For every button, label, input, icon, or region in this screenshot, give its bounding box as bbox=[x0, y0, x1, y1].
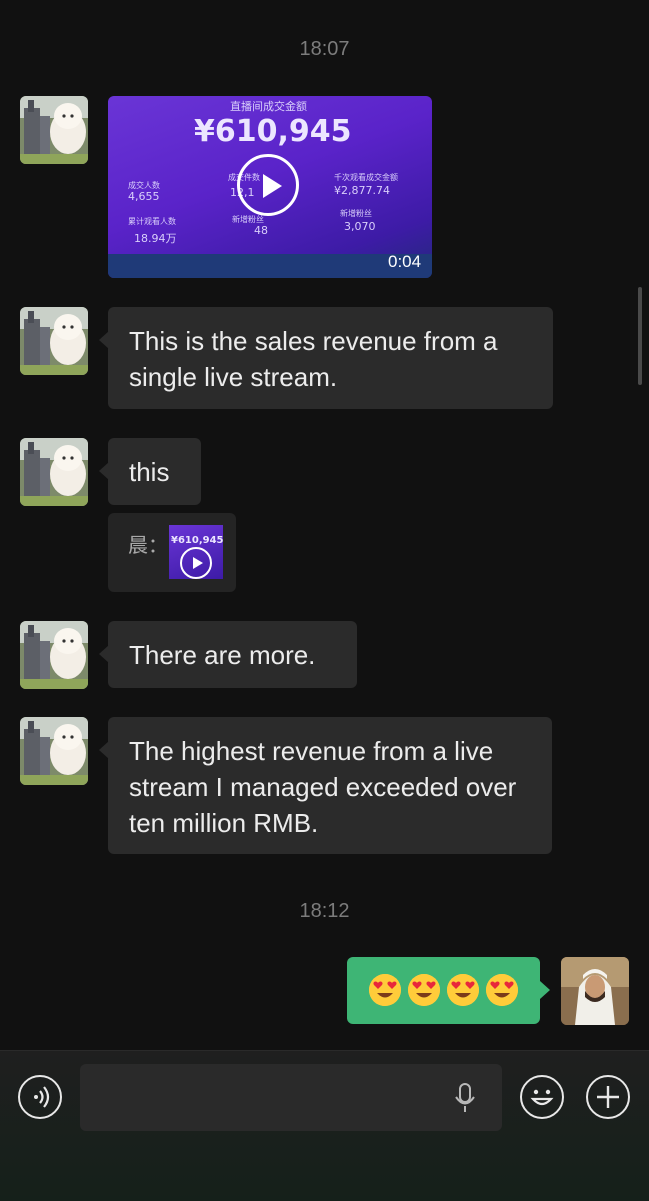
smiling-face-heart-eyes-icon bbox=[486, 974, 518, 1006]
contact-avatar[interactable] bbox=[20, 621, 88, 689]
message-bubble[interactable]: This is the sales revenue from a single … bbox=[99, 307, 553, 409]
video-stat-value: ¥2,877.74 bbox=[334, 184, 390, 197]
avatar-image bbox=[20, 96, 88, 164]
avatar-image bbox=[20, 307, 88, 375]
video-bottom-band bbox=[108, 254, 432, 278]
quote-thumbnail[interactable]: ¥610,945 bbox=[169, 525, 223, 579]
my-avatar[interactable] bbox=[561, 957, 629, 1025]
microphone-icon[interactable] bbox=[453, 1082, 477, 1114]
contact-avatar[interactable] bbox=[20, 438, 88, 506]
plus-icon[interactable] bbox=[586, 1075, 630, 1119]
play-icon[interactable] bbox=[237, 154, 299, 216]
smiling-face-heart-eyes-icon bbox=[369, 974, 401, 1006]
video-amount: ¥610,945 bbox=[194, 114, 352, 149]
contact-avatar[interactable] bbox=[20, 307, 88, 375]
voice-toggle-icon[interactable] bbox=[18, 1075, 62, 1119]
smiling-face-heart-eyes-icon bbox=[447, 974, 479, 1006]
smiling-face-heart-eyes-icon bbox=[408, 974, 440, 1006]
video-stat-label: 累计观看人数 bbox=[128, 217, 176, 226]
message-text: this bbox=[129, 457, 170, 487]
message-bubble[interactable]: this bbox=[99, 438, 201, 505]
quoted-message[interactable]: 晨： ¥610,945 bbox=[108, 513, 236, 592]
message-input[interactable] bbox=[80, 1064, 502, 1131]
video-stat-value: 48 bbox=[254, 224, 268, 237]
emoji-icon[interactable] bbox=[520, 1075, 564, 1119]
avatar-image bbox=[20, 621, 88, 689]
message-text: There are more. bbox=[129, 640, 316, 670]
scrollbar[interactable] bbox=[638, 287, 642, 385]
video-stat-label: 千次观看成交金额 bbox=[334, 173, 398, 182]
video-duration: 0:04 bbox=[388, 252, 422, 271]
timestamp: 18:07 bbox=[299, 38, 350, 60]
video-title: 直播间成交金额 bbox=[230, 100, 307, 113]
quote-thumb-amount: ¥610,945 bbox=[171, 535, 223, 546]
video-stat-value: 4,655 bbox=[128, 190, 160, 203]
contact-avatar[interactable] bbox=[20, 96, 88, 164]
message-text: The highest revenue from a live stream I… bbox=[129, 736, 517, 838]
video-stat-value: 18.94万 bbox=[134, 232, 177, 245]
message-text: This is the sales revenue from a single … bbox=[129, 326, 498, 392]
timestamp: 18:12 bbox=[299, 900, 350, 922]
play-icon bbox=[180, 547, 212, 579]
outgoing-message-bubble[interactable] bbox=[347, 957, 550, 1024]
video-stat-value: 3,070 bbox=[344, 220, 376, 233]
video-stat-label: 新增粉丝 bbox=[340, 209, 372, 218]
message-bubble[interactable]: The highest revenue from a live stream I… bbox=[99, 717, 552, 854]
avatar-image bbox=[20, 717, 88, 785]
contact-avatar[interactable] bbox=[20, 717, 88, 785]
avatar-image bbox=[561, 957, 629, 1025]
avatar-image bbox=[20, 438, 88, 506]
message-bubble[interactable]: There are more. bbox=[99, 621, 357, 688]
quote-sender: 晨： bbox=[128, 535, 168, 557]
